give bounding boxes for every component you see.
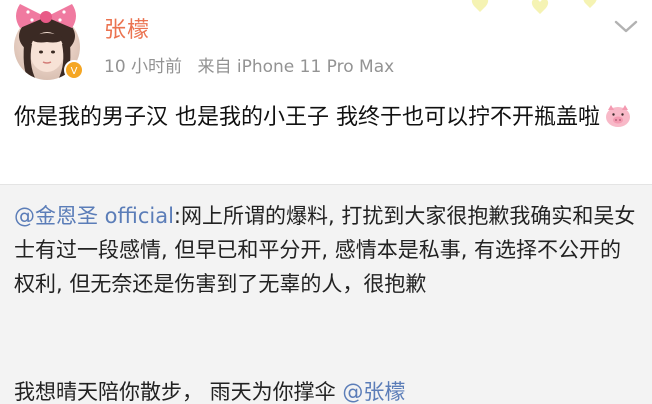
decorative-hearts-icon bbox=[471, 0, 597, 14]
chevron-down-icon[interactable] bbox=[612, 16, 640, 36]
reply-text: 我想晴天陪你散步， 雨天为你撑伞 bbox=[14, 380, 343, 404]
repost-author-mention[interactable]: @金恩圣 official bbox=[14, 204, 174, 228]
pig-face-icon bbox=[606, 105, 630, 127]
post-source[interactable]: 来自 iPhone 11 Pro Max bbox=[197, 57, 394, 77]
bow-icon bbox=[16, 4, 76, 28]
post-header: V 张檬 10 小时前 来自 iPhone 11 Pro Max bbox=[0, 0, 652, 90]
post-time: 10 小时前 bbox=[104, 57, 183, 77]
svg-text:V: V bbox=[71, 66, 78, 77]
weibo-post-screen: V 张檬 10 小时前 来自 iPhone 11 Pro Max 你是我的男子汉… bbox=[0, 0, 652, 404]
username[interactable]: 张檬 bbox=[104, 12, 150, 44]
post-meta: 10 小时前 来自 iPhone 11 Pro Max bbox=[104, 52, 404, 77]
repost-container[interactable]: @金恩圣 official:网上所谓的爆料, 打扰到大家很抱歉我确实和吴女士有过… bbox=[0, 184, 652, 404]
avatar[interactable]: V bbox=[8, 0, 84, 84]
repost-content: @金恩圣 official:网上所谓的爆料, 打扰到大家很抱歉我确实和吴女士有过… bbox=[14, 199, 638, 301]
verified-badge-icon: V bbox=[64, 60, 84, 80]
reply-mention[interactable]: @张檬 bbox=[342, 380, 405, 404]
reply-line: 我想晴天陪你散步， 雨天为你撑伞 @张檬 bbox=[14, 375, 405, 404]
repost-separator: : bbox=[173, 204, 181, 228]
post-content: 你是我的男子汉 也是我的小王子 我终于也可以拧不开瓶盖啦 bbox=[14, 100, 638, 136]
post-text: 你是我的男子汉 也是我的小王子 我终于也可以拧不开瓶盖啦 bbox=[14, 105, 600, 130]
